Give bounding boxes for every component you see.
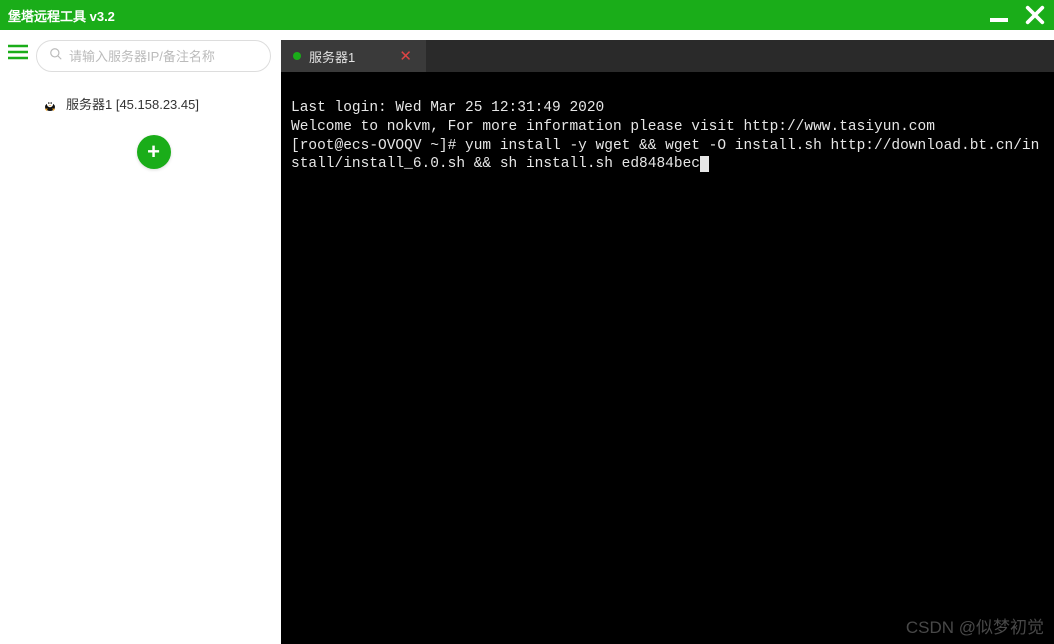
app-title: 堡塔远程工具 v3.2 — [8, 6, 115, 25]
search-icon — [49, 47, 63, 66]
status-dot-icon — [293, 52, 301, 60]
titlebar: 堡塔远程工具 v3.2 — [0, 0, 1054, 30]
tabbar: 服务器1 ✕ — [281, 40, 1054, 72]
tab-close-icon[interactable]: ✕ — [397, 47, 414, 65]
main-area: 服务器1 [45.158.23.45] 服务器1 ✕ Last login: W… — [0, 30, 1054, 644]
minimize-button[interactable] — [988, 4, 1010, 26]
content-area: 服务器1 ✕ Last login: Wed Mar 25 12:31:49 2… — [281, 30, 1054, 644]
add-server-button[interactable] — [137, 135, 171, 169]
terminal-cursor — [700, 156, 709, 172]
terminal-line: [root@ecs-OVOQV ~]# yum install -y wget … — [291, 138, 1039, 173]
tab-server1[interactable]: 服务器1 ✕ — [281, 40, 426, 72]
search-box[interactable] — [36, 40, 271, 72]
terminal-line: Last login: Wed Mar 25 12:31:49 2020 — [291, 100, 604, 116]
server-list-item[interactable]: 服务器1 [45.158.23.45] — [36, 90, 271, 117]
search-input[interactable] — [69, 49, 258, 64]
close-button[interactable] — [1022, 2, 1048, 28]
server-label: 服务器1 [45.158.23.45] — [66, 94, 199, 113]
window-controls — [988, 2, 1048, 28]
menu-icon[interactable] — [8, 44, 28, 65]
linux-icon — [42, 96, 58, 112]
terminal[interactable]: Last login: Wed Mar 25 12:31:49 2020 Wel… — [281, 72, 1054, 644]
terminal-line: Welcome to nokvm, For more information p… — [291, 119, 935, 135]
tab-label: 服务器1 — [309, 47, 355, 66]
left-rail — [0, 30, 36, 644]
sidebar: 服务器1 [45.158.23.45] — [36, 30, 281, 644]
